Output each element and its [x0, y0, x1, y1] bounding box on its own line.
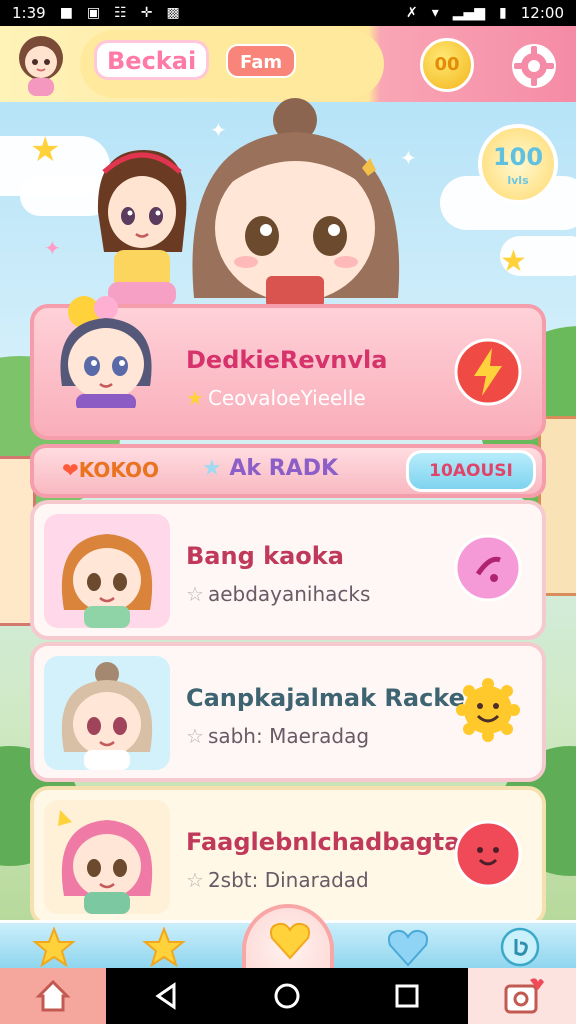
- star-icon: ★: [186, 386, 204, 410]
- back-icon[interactable]: [152, 981, 182, 1011]
- item-subtitle: ☆ 2sbt: Dinaradad: [186, 868, 369, 892]
- item-portrait: [44, 800, 170, 914]
- item-subtitle: ☆ sabh: Maeradag: [186, 724, 369, 748]
- pink-ball-icon[interactable]: [454, 534, 522, 602]
- shop-tab[interactable]: [468, 968, 576, 1024]
- top-bar: Beckai Fam 00: [0, 26, 576, 102]
- system-nav-bar: [0, 968, 576, 1024]
- cast-icon: ▩: [166, 5, 180, 21]
- item-title: Bang kaoka: [186, 542, 344, 570]
- item-subtitle-text: aebdayanihacks: [207, 582, 371, 606]
- game-logo: Beckai: [94, 40, 210, 80]
- item-subtitle-text: 2sbt: Dinaradad: [207, 868, 369, 892]
- notification-icon: ■: [59, 5, 73, 21]
- home-icon: [35, 979, 71, 1012]
- blue-heart-icon[interactable]: [386, 927, 430, 967]
- featured-title: DedkieRevnvla: [186, 346, 388, 374]
- location-icon: ✛: [140, 5, 153, 21]
- list-item[interactable]: Canpkajalmak Racke ☆ sabh: Maeradag: [30, 642, 546, 782]
- hero-character-main: [192, 98, 400, 308]
- star-nav-icon[interactable]: [32, 927, 76, 967]
- item-subtitle-text: sabh: Maeradag: [207, 724, 370, 748]
- tag-button[interactable]: Fam: [226, 44, 297, 78]
- settings-gear-icon[interactable]: [508, 40, 560, 92]
- item-title: Faaglebnlchadbagtan: [186, 828, 478, 856]
- shop-icon: [504, 978, 544, 1014]
- ranking-center: ★ Ak RADK: [202, 456, 338, 481]
- mute-icon: ✗: [405, 5, 418, 21]
- level-badge[interactable]: 100 lvls: [478, 124, 558, 204]
- star-nav-icon[interactable]: [142, 927, 186, 967]
- status-bar: 1:39 ■ ▣ ☷ ✛ ▩ ✗ ▾ ▂▄▆ ▮ 12:00: [0, 0, 576, 26]
- item-portrait: [44, 656, 170, 770]
- star-outline-icon: ★: [202, 456, 222, 481]
- app-icon: ☷: [114, 5, 127, 21]
- level-badge-value: 100: [492, 143, 544, 171]
- star-icon: ☆: [186, 582, 204, 606]
- red-ball-face-icon[interactable]: [454, 820, 522, 888]
- status-clock: 12:00: [520, 4, 564, 22]
- item-subtitle: ☆ aebdayanihacks: [186, 582, 370, 606]
- ranking-left: ❤KOKOO: [62, 458, 159, 482]
- ranking-button[interactable]: 10AOUSI: [406, 450, 536, 492]
- item-portrait: [44, 514, 170, 628]
- gallery-icon: ▣: [86, 5, 101, 21]
- gold-heart-icon: [269, 922, 311, 960]
- recents-icon[interactable]: [392, 981, 422, 1011]
- star-icon: ☆: [186, 868, 204, 892]
- ranking-center-label: Ak RADK: [229, 456, 338, 481]
- sun-face-icon[interactable]: [454, 676, 522, 744]
- status-time: 1:39: [12, 4, 46, 22]
- battery-icon: ▮: [499, 5, 507, 21]
- coin-counter[interactable]: 00: [420, 38, 474, 92]
- home-tab[interactable]: [0, 968, 106, 1024]
- featured-portrait: [60, 296, 152, 408]
- featured-card[interactable]: DedkieRevnvla ★ CeovaloeYieelle: [30, 296, 546, 440]
- wifi-icon: ▾: [431, 5, 439, 21]
- lightning-icon[interactable]: [454, 338, 522, 406]
- level-badge-sub: lvls: [507, 174, 529, 187]
- featured-subtitle: ★ CeovaloeYieelle: [186, 386, 366, 410]
- player-avatar[interactable]: [10, 30, 72, 98]
- list-item[interactable]: Bang kaoka ☆ aebdayanihacks: [30, 500, 546, 640]
- star-icon: ☆: [186, 724, 204, 748]
- ranking-bar: ❤KOKOO ★ Ak RADK 10AOUSI: [30, 444, 546, 498]
- ranking-left-label: KOKOO: [78, 458, 159, 482]
- heart-icon: ❤: [62, 458, 79, 482]
- home-circle-icon[interactable]: [272, 981, 302, 1011]
- back-swirl-icon[interactable]: [498, 927, 542, 967]
- signal-icon: ▂▄▆: [452, 5, 486, 21]
- item-title: Canpkajalmak Racke: [186, 684, 465, 712]
- featured-subtitle-text: CeovaloeYieelle: [207, 386, 366, 410]
